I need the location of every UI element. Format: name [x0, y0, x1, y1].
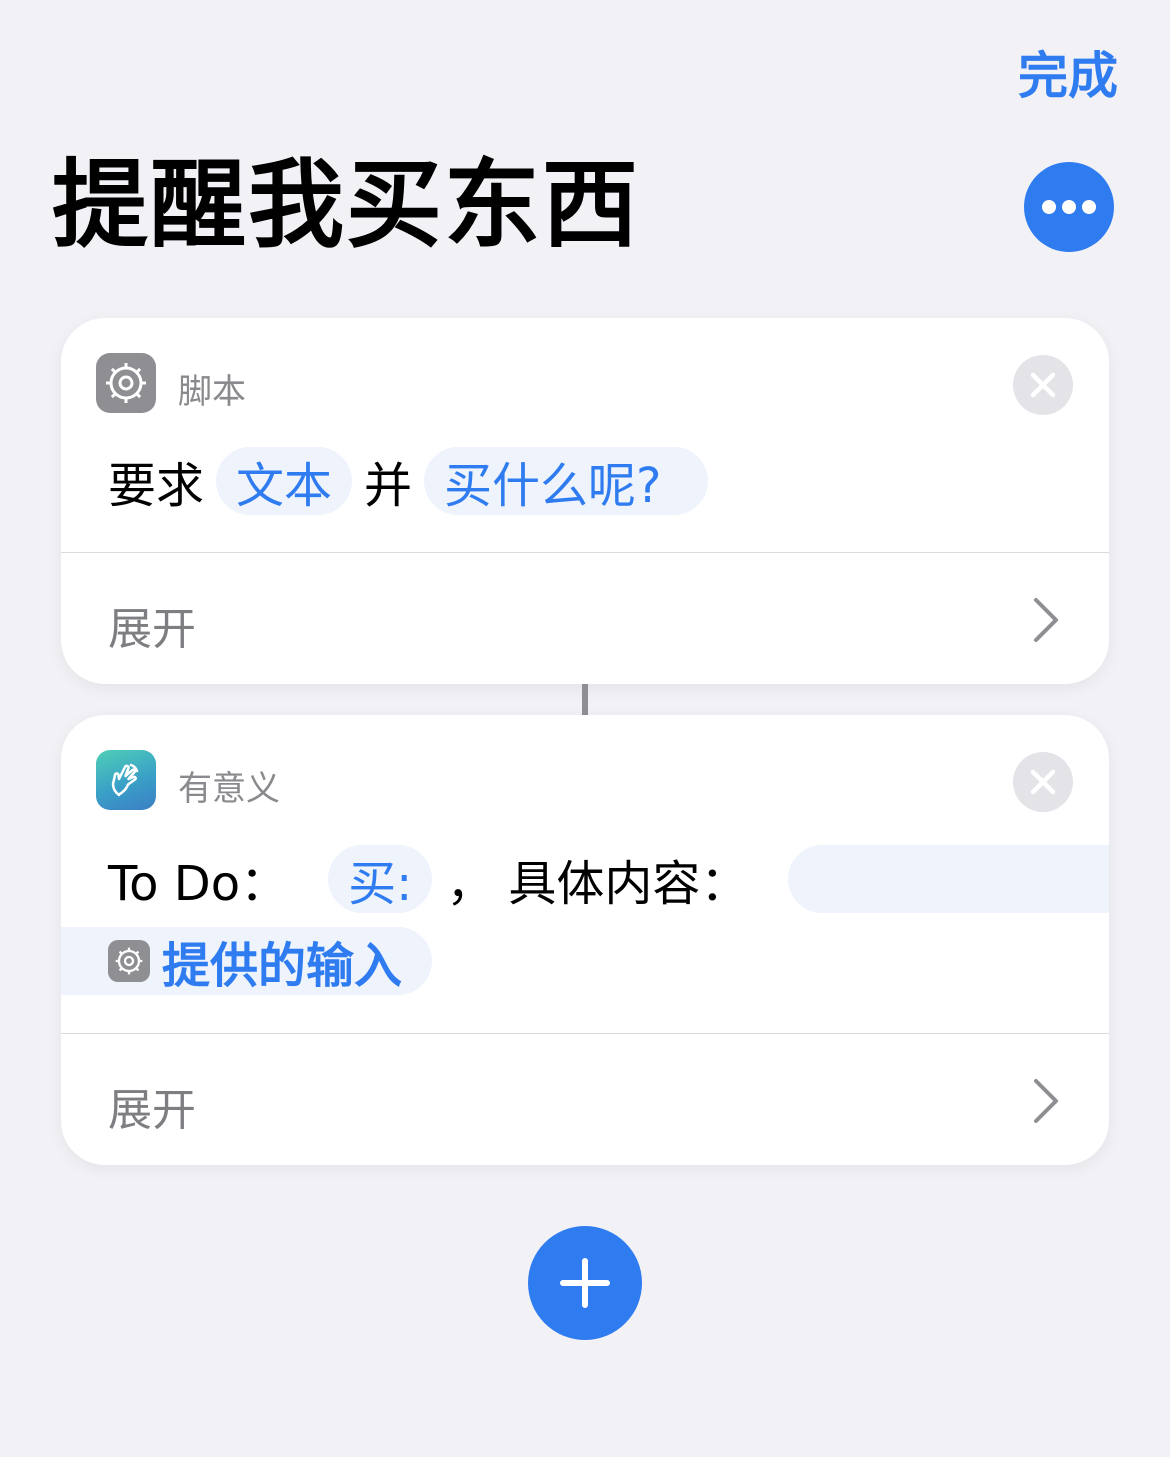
add-action-button[interactable]	[528, 1226, 642, 1340]
app-icon-meaning	[96, 750, 156, 810]
delete-action-button[interactable]	[1013, 355, 1073, 415]
connector-line	[582, 684, 588, 715]
input-type-token[interactable]: 文本	[216, 447, 353, 515]
detail-token-placeholder[interactable]	[788, 845, 1109, 913]
expand-row[interactable]: 展开	[61, 553, 1109, 684]
detail-label: 具体内容：	[508, 856, 749, 912]
hand-icon	[111, 763, 139, 797]
gear-icon	[106, 363, 146, 403]
todo-token[interactable]: 买:	[328, 845, 433, 913]
action-body: 要求 文本 并 买什么呢?	[108, 446, 708, 516]
separator: ，	[446, 856, 495, 912]
done-button[interactable]: 完成	[1018, 36, 1118, 108]
page-title: 提醒我买东西	[52, 149, 640, 261]
more-button[interactable]	[1024, 162, 1114, 252]
plus-icon	[560, 1258, 610, 1308]
chevron-right-icon	[1034, 598, 1058, 642]
close-icon	[1030, 769, 1056, 795]
chevron-right-icon	[1034, 1079, 1058, 1123]
close-icon	[1030, 372, 1056, 398]
todo-label: To Do：	[108, 856, 289, 912]
app-name: 有意义	[178, 769, 280, 809]
action-body-line2: 提供的输入	[61, 927, 433, 995]
ellipsis-icon	[1042, 200, 1096, 214]
action-text: 并	[364, 458, 413, 514]
action-card-script[interactable]: 脚本 要求 文本 并 买什么呢? 展开	[61, 318, 1109, 684]
provided-input-icon	[108, 940, 150, 982]
expand-label: 展开	[108, 1085, 196, 1136]
action-body-line1: To Do： 买: ， 具体内容：	[108, 844, 1109, 914]
action-card-meaning[interactable]: 有意义 To Do： 买: ， 具体内容： 提供的输入 展开	[61, 715, 1109, 1165]
app-icon-script	[96, 353, 156, 413]
action-text: 要求	[108, 458, 205, 514]
gear-icon	[115, 947, 143, 975]
expand-row[interactable]: 展开	[61, 1034, 1109, 1165]
prompt-token[interactable]: 买什么呢?	[424, 447, 708, 515]
provided-input-token[interactable]: 提供的输入	[61, 927, 433, 995]
app-name: 脚本	[178, 372, 246, 412]
provided-input-label: 提供的输入	[162, 938, 403, 994]
expand-label: 展开	[108, 604, 196, 655]
delete-action-button[interactable]	[1013, 752, 1073, 812]
